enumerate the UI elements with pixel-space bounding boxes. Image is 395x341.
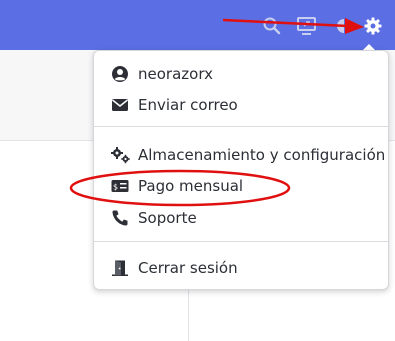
menu-divider (94, 241, 388, 242)
menu-item-label: Pago mensual (138, 177, 244, 195)
exit-door-icon (111, 259, 129, 277)
menu-item-support[interactable]: Soporte (111, 206, 197, 230)
user-circle-icon (111, 65, 129, 83)
menu-item-label: Enviar correo (138, 96, 238, 114)
top-navigation-bar (0, 0, 395, 50)
menu-item-logout[interactable]: Cerrar sesión (111, 256, 238, 280)
menu-item-profile[interactable]: neorazorx (111, 62, 213, 86)
theme-icon[interactable] (334, 16, 354, 36)
gear-icon[interactable] (363, 16, 383, 36)
phone-icon (111, 209, 129, 227)
settings-dropdown-menu: neorazorx Enviar correo Almacenamiento y… (93, 50, 389, 290)
svg-text:$: $ (113, 183, 118, 192)
menu-item-storage-settings[interactable]: Almacenamiento y configuración (111, 143, 385, 167)
menu-item-monthly-payment[interactable]: $ Pago mensual (111, 174, 243, 198)
screen-share-icon[interactable] (296, 16, 316, 36)
menu-item-label: Almacenamiento y configuración (138, 146, 386, 164)
menu-item-label: neorazorx (138, 65, 213, 83)
menu-divider (94, 126, 388, 127)
gears-icon (111, 146, 130, 164)
billing-icon: $ (111, 177, 129, 195)
menu-item-label: Soporte (138, 209, 197, 227)
search-icon[interactable] (262, 16, 282, 36)
menu-item-send-email[interactable]: Enviar correo (111, 93, 238, 117)
envelope-icon (111, 96, 129, 114)
menu-item-label: Cerrar sesión (138, 259, 238, 277)
